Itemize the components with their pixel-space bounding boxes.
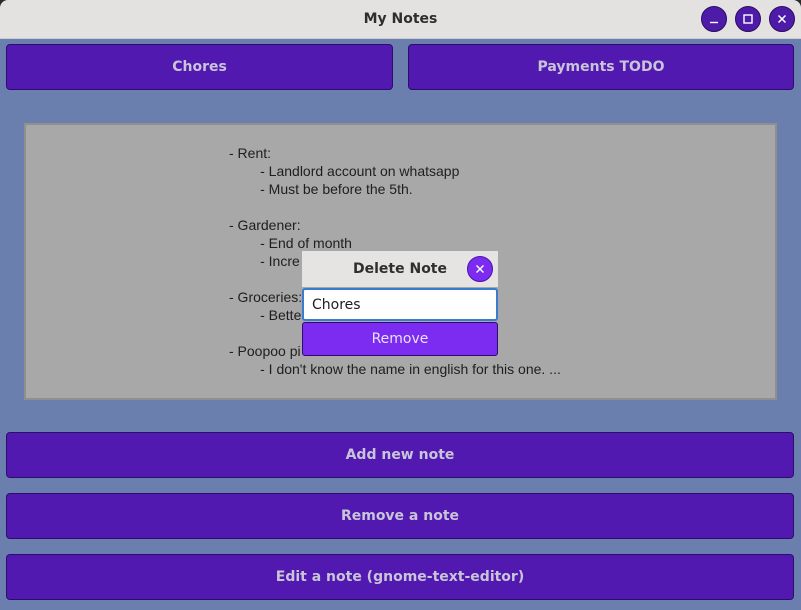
note-name-input[interactable]: [302, 288, 498, 321]
minimize-button[interactable]: [701, 6, 727, 32]
close-icon: [777, 14, 787, 24]
edit-note-button[interactable]: Edit a note (gnome-text-editor): [6, 554, 794, 600]
delete-note-dialog: Delete Note Remove: [302, 251, 498, 356]
close-icon: [476, 265, 484, 273]
remove-note-button[interactable]: Remove a note: [6, 493, 794, 539]
close-button[interactable]: [769, 6, 795, 32]
app-window: My Notes Chores Payments TODO - Rent: - …: [0, 0, 801, 610]
window-title: My Notes: [363, 11, 438, 27]
tab-chores[interactable]: Chores: [6, 44, 393, 90]
dialog-close-button[interactable]: [467, 256, 493, 282]
add-note-button[interactable]: Add new note: [6, 432, 794, 478]
maximize-icon: [743, 14, 753, 24]
tab-payments-todo[interactable]: Payments TODO: [408, 44, 794, 90]
minimize-icon: [710, 21, 718, 24]
maximize-button[interactable]: [735, 6, 761, 32]
dialog-header[interactable]: Delete Note: [302, 251, 498, 287]
remove-button[interactable]: Remove: [302, 322, 498, 356]
title-bar[interactable]: My Notes: [0, 0, 801, 39]
